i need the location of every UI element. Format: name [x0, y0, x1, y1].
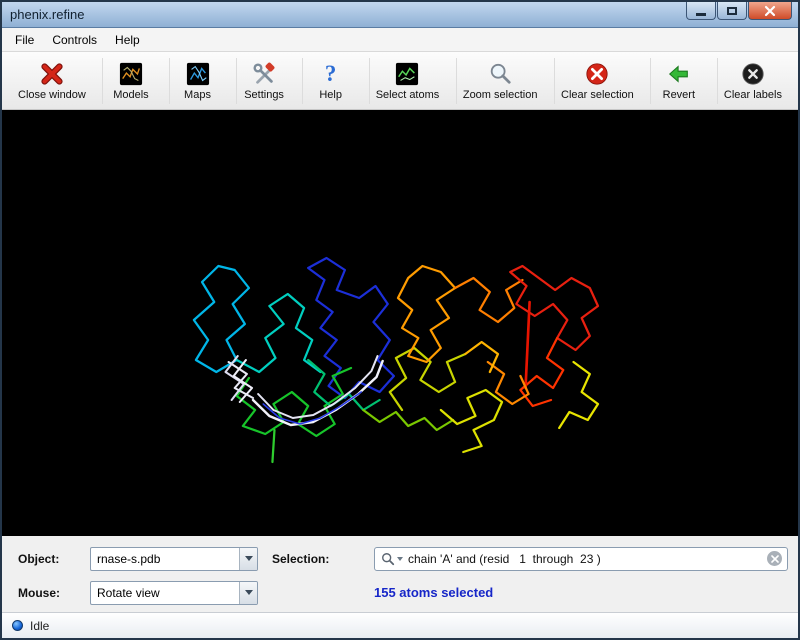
selection-input[interactable] — [408, 552, 767, 566]
clear-selection-icon — [584, 61, 610, 87]
close-window-icon — [39, 61, 65, 87]
toolbar-button-settings[interactable]: Settings — [236, 58, 292, 104]
toolbar-button-clear-labels[interactable]: Clear labels — [717, 58, 788, 104]
close-button[interactable] — [748, 2, 792, 20]
close-icon — [764, 5, 776, 17]
toolbar-button-label: Clear labels — [724, 89, 782, 101]
mouse-dropdown-arrow[interactable] — [239, 582, 257, 604]
titlebar[interactable]: phenix.refine — [2, 2, 798, 28]
toolbar-button-close-window[interactable]: Close window — [12, 58, 92, 104]
toolbar-button-label: Revert — [663, 89, 695, 101]
help-icon: ? — [318, 61, 344, 87]
molecule-viewport[interactable] — [2, 110, 798, 536]
models-icon — [118, 61, 144, 87]
molecule-svg — [2, 110, 798, 536]
app-window: phenix.refine File Controls Help — [0, 0, 800, 640]
chevron-down-icon — [245, 556, 253, 561]
object-dropdown-value: rnase-s.pdb — [91, 552, 160, 566]
maximize-icon — [727, 7, 737, 15]
chevron-down-icon — [245, 590, 253, 595]
toolbar-button-maps[interactable]: Maps — [169, 58, 225, 104]
toolbar: Close window Models Maps — [2, 52, 798, 110]
status-led-icon — [12, 620, 23, 631]
search-menu-caret-icon[interactable] — [397, 557, 403, 561]
window-controls — [685, 2, 792, 20]
menubar: File Controls Help — [2, 28, 798, 52]
mouse-dropdown-value: Rotate view — [91, 586, 160, 600]
toolbar-button-label: Select atoms — [376, 89, 440, 101]
minimize-icon — [696, 13, 706, 16]
object-dropdown-arrow[interactable] — [239, 548, 257, 570]
search-icon — [381, 552, 395, 566]
selection-searchbox[interactable] — [374, 547, 788, 571]
clear-search-icon — [771, 555, 779, 563]
toolbar-button-help[interactable]: ? Help — [302, 58, 358, 104]
maximize-button[interactable] — [717, 2, 747, 20]
minimize-button[interactable] — [686, 2, 716, 20]
toolbar-button-models[interactable]: Models — [102, 58, 158, 104]
object-dropdown[interactable]: rnase-s.pdb — [90, 547, 258, 571]
select-atoms-icon — [394, 61, 420, 87]
mouse-dropdown[interactable]: Rotate view — [90, 581, 258, 605]
toolbar-button-clear-selection[interactable]: Clear selection — [554, 58, 640, 104]
statusbar: Idle — [2, 612, 798, 638]
window-title: phenix.refine — [10, 7, 84, 22]
object-label: Object: — [18, 552, 76, 566]
toolbar-button-label: Close window — [18, 89, 86, 101]
menu-help[interactable]: Help — [106, 29, 149, 51]
menu-file[interactable]: File — [6, 29, 43, 51]
controls-panel: Object: rnase-s.pdb Selection: Mouse: — [2, 536, 798, 612]
toolbar-button-label: Models — [113, 89, 148, 101]
atoms-selected-status: 155 atoms selected — [374, 585, 788, 600]
toolbar-button-revert[interactable]: Revert — [650, 58, 706, 104]
selection-label: Selection: — [272, 552, 360, 566]
maps-icon — [185, 61, 211, 87]
toolbar-button-zoom-selection[interactable]: Zoom selection — [456, 58, 544, 104]
toolbar-button-select-atoms[interactable]: Select atoms — [369, 58, 446, 104]
zoom-selection-icon — [487, 61, 513, 87]
clear-labels-icon — [740, 61, 766, 87]
mouse-label: Mouse: — [18, 586, 76, 600]
toolbar-button-label: Zoom selection — [463, 89, 538, 101]
revert-icon — [666, 61, 692, 87]
toolbar-button-label: Clear selection — [561, 89, 634, 101]
toolbar-button-label: Help — [319, 89, 342, 101]
toolbar-button-label: Maps — [184, 89, 211, 101]
toolbar-button-label: Settings — [244, 89, 284, 101]
clear-search-button[interactable] — [767, 551, 782, 566]
menu-controls[interactable]: Controls — [43, 29, 106, 51]
settings-icon — [251, 61, 277, 87]
status-text: Idle — [30, 619, 49, 633]
